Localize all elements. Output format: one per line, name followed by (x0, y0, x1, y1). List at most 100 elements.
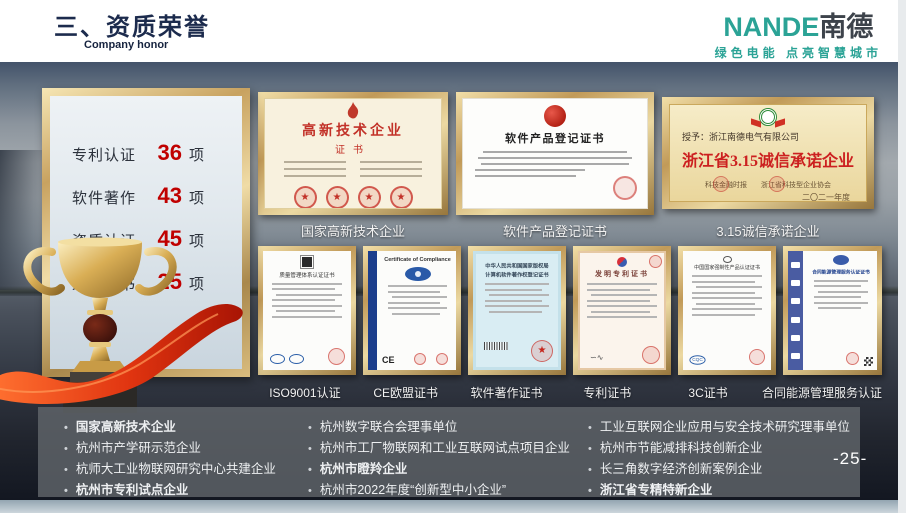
stat-label: 专利认证 (72, 144, 148, 165)
stamp-icon (328, 348, 345, 365)
issuer-left: 科技金融时报 (705, 180, 747, 190)
honor-item: •杭州市节能减排科技创新企业 (588, 441, 860, 457)
certificates-row-2: 质量管理体系认证证书 Certificate of Compliance CE (258, 246, 882, 375)
certificate-title: 计算机软件著作权登记证书 (481, 271, 553, 279)
text-placeholder (683, 275, 771, 316)
stat-unit: 项 (189, 144, 204, 165)
gbc-logo-column (788, 251, 803, 370)
text-placeholder (463, 151, 647, 177)
issuing-org: 中华人民共和国国家版权局 (481, 262, 553, 270)
honors-column-1: •国家高新技术企业 •杭州市产学研示范企业 •杭师大工业物联网研究中心共建企业 … (64, 420, 308, 497)
stamp-icon: ★ (294, 186, 317, 209)
caption: 合同能源管理服务认证 (762, 384, 882, 401)
red-stamps: ★ ★ ★ ★ (265, 186, 441, 209)
honor-item: •杭州市产学研示范企业 (64, 441, 308, 457)
stat-row: 专利认证 36 项 (72, 140, 242, 166)
honor-item: •杭州市瞪羚企业 (308, 462, 588, 478)
certificate-title: 中国国家强制性产品认证证书 (687, 263, 768, 270)
certificates-row-1: 高新技术企业 证书 ★ ★ ★ ★ 软件产品登记证书 (258, 92, 882, 215)
stamp-icon: ★ (358, 186, 381, 209)
bullet-icon: • (588, 464, 592, 476)
stamp-icon: ★ (326, 186, 349, 209)
cqc-logo-icon: CQC (689, 355, 705, 365)
issuers: 科技金融时报 浙江省科技型企业协会 (670, 180, 866, 190)
captions-row-2: ISO9001认证 CE欧盟证书 软件著作证书 专利证书 3C证书 合同能源管理… (258, 384, 882, 401)
company-logo: NANDE南德 绿色电能 点亮智慧城市 (715, 5, 882, 61)
text-placeholder (263, 283, 351, 318)
honor-item: •国家高新技术企业 (64, 420, 308, 436)
stamp-icon (436, 353, 448, 365)
honor-item: •杭师大工业物联网研究中心共建企业 (64, 462, 308, 478)
iaf-cnas-logos (270, 354, 304, 364)
text-placeholder (265, 161, 441, 182)
bullet-icon: • (64, 443, 68, 455)
certificate-software-copyright: 中华人民共和国国家版权局 计算机软件著作权登记证书 ★ (468, 246, 566, 375)
bullet-icon: • (588, 443, 592, 455)
stat-value: 43 (148, 183, 182, 209)
ccc-logo-icon (723, 256, 732, 263)
iaf-logo-icon (270, 354, 285, 364)
page-subtitle: Company honor (84, 39, 168, 51)
cnipa-logo-icon (617, 257, 627, 267)
star-stamp-icon: ★ (531, 340, 553, 362)
stamp-icon (649, 255, 662, 268)
bullet-icon: • (588, 485, 592, 497)
slide: 三、资质荣誉 Company honor NANDE南德 绿色电能 点亮智慧城市… (0, 0, 906, 513)
certificate-hightech: 高新技术企业 证书 ★ ★ ★ ★ (258, 92, 448, 215)
certificate-patent: 发明专利证书 ∽∿ (573, 246, 671, 375)
bullet-icon: • (64, 464, 68, 476)
honor-item: •长三角数字经济创新案例企业 (588, 462, 860, 478)
text-placeholder (805, 280, 877, 310)
text-placeholder (578, 283, 666, 318)
certificate-title: 高新技术企业 (265, 120, 441, 140)
bullet-icon: • (64, 485, 68, 497)
captions-row-1: 国家高新技术企业 软件产品登记证书 3.15诚信承诺企业 (258, 221, 882, 240)
honors-panel: •国家高新技术企业 •杭州市产学研示范企业 •杭师大工业物联网研究中心共建企业 … (38, 407, 860, 497)
bullet-icon: • (308, 464, 312, 476)
certificate-energy-management: 合同能源管理服务认证证书 (783, 246, 882, 375)
stat-label: 软件著作 (72, 187, 148, 208)
caption: 3.15诚信承诺企业 (662, 221, 874, 240)
flame-icon (345, 102, 361, 119)
trophy-icon (0, 230, 252, 415)
seal-icon (833, 255, 849, 265)
stat-row: 软件著作 43 项 (72, 183, 242, 209)
certificate-subtitle: 证书 (265, 141, 441, 156)
award-line: 授予：浙江南德电气有限公司 (670, 130, 866, 143)
signature: ∽∿ (590, 353, 603, 362)
stamp-icon (846, 352, 859, 365)
certificate-iso9001: 质量管理体系认证证书 (258, 246, 356, 375)
certificate-title: 合同能源管理服务认证证书 (812, 268, 870, 275)
qr-code (864, 357, 873, 366)
honors-column-3: •工业互联网企业应用与安全技术研究理事单位 •杭州市节能减排科技创新企业 •长三… (588, 420, 860, 497)
honor-item: •杭州数字联合会理事单位 (308, 420, 588, 436)
caption: 软件著作证书 (460, 384, 554, 401)
certificate-315-integrity: 授予：浙江南德电气有限公司 浙江省3.15诚信承诺企业 科技金融时报 浙江省科技… (662, 97, 874, 209)
stamp-icon (749, 349, 765, 365)
stamp-icon (642, 346, 660, 364)
honor-item: •浙江省专精特新企业 (588, 483, 860, 499)
honors-column-2: •杭州数字联合会理事单位 •杭州市工厂物联网和工业互联网试点项目企业 •杭州市瞪… (308, 420, 588, 497)
honor-item: •杭州市专利试点企业 (64, 483, 308, 499)
cnas-logo-icon (289, 354, 304, 364)
logo-cn: 南德 (819, 12, 873, 42)
honor-item: •杭州市2022年度“创新型中小企业” (308, 483, 588, 499)
compliance-seal-icon (405, 267, 431, 281)
barcode (484, 342, 508, 350)
certificate-title: 质量管理体系认证证书 (267, 270, 348, 278)
certificate-title: 浙江省3.15诚信承诺企业 (670, 147, 866, 171)
bullet-icon: • (64, 422, 68, 434)
bullet-icon: • (308, 422, 312, 434)
ce-mark: CE (382, 355, 395, 365)
bullet-icon: • (308, 443, 312, 455)
page-title: 三、资质荣誉 (54, 7, 210, 42)
text-placeholder (379, 285, 456, 315)
caption: 专利证书 (560, 384, 654, 401)
stamp-icon: ★ (390, 186, 413, 209)
logo-en: NANDE (723, 12, 819, 42)
stamp-icon (414, 353, 426, 365)
caption: ISO9001认证 (258, 384, 352, 401)
certificate-3c: 中国国家强制性产品认证证书 CQC (678, 246, 776, 375)
certificate-title: Certificate of Compliance (382, 257, 453, 263)
bullet-icon: • (308, 485, 312, 497)
